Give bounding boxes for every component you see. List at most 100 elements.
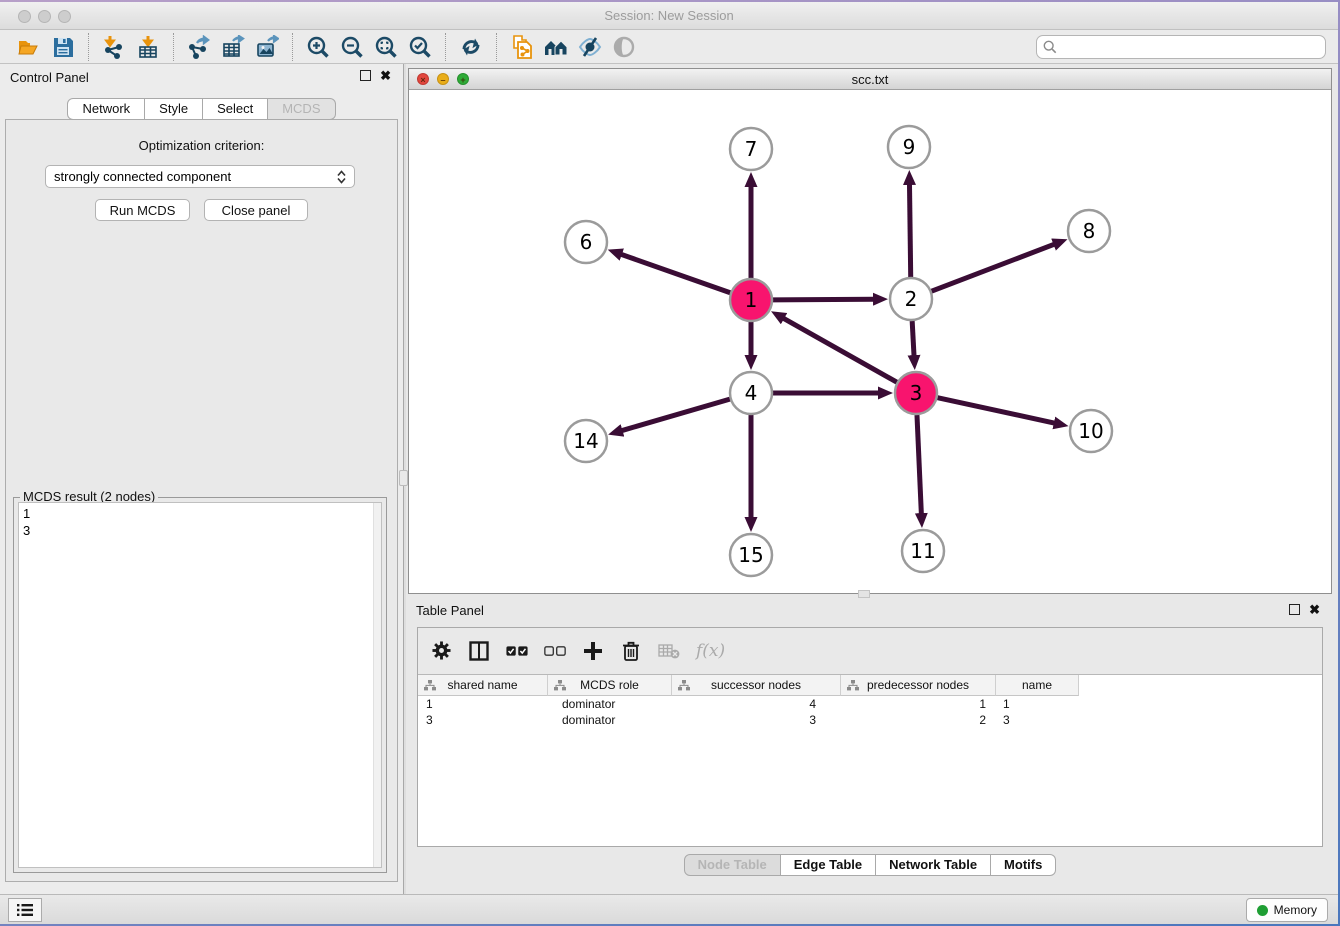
first-neighbors-button[interactable] xyxy=(539,32,573,62)
column-tree-icon xyxy=(424,680,436,691)
table-row[interactable]: 1dominator411 xyxy=(418,696,1079,712)
result-scrollbar[interactable] xyxy=(373,503,381,867)
column-tree-icon xyxy=(554,680,566,691)
table-settings-button[interactable] xyxy=(430,640,452,662)
table-panel-inner: f(x) shared name MCDS role successor nodes… xyxy=(417,627,1323,847)
import-network-button[interactable] xyxy=(97,32,131,62)
graph-edge-1-6[interactable] xyxy=(621,254,730,292)
graph-node-label: 14 xyxy=(573,429,598,453)
tab-mcds[interactable]: MCDS xyxy=(268,98,335,120)
network-frame-title: scc.txt xyxy=(409,72,1331,87)
zoom-in-button[interactable] xyxy=(301,32,335,62)
horizontal-splitter-handle[interactable] xyxy=(858,590,870,598)
column-header[interactable]: name xyxy=(996,675,1079,696)
float-panel-icon[interactable] xyxy=(360,70,371,81)
task-history-button[interactable] xyxy=(8,898,42,922)
close-panel-icon[interactable]: ✖ xyxy=(1309,604,1320,615)
import-table-button[interactable] xyxy=(131,32,165,62)
graphics-details-button[interactable] xyxy=(573,32,607,62)
main-toolbar xyxy=(0,30,1338,64)
export-image-button[interactable] xyxy=(250,32,284,62)
column-header[interactable]: MCDS role xyxy=(548,675,672,696)
delete-table-button[interactable] xyxy=(658,640,680,662)
first-neighbors-icon xyxy=(544,35,568,59)
export-table-button[interactable] xyxy=(216,32,250,62)
toolbar-separator xyxy=(496,33,497,61)
search-box[interactable] xyxy=(1036,35,1326,59)
control-panel-header: Control Panel ✖ xyxy=(0,64,403,90)
toolbar-separator xyxy=(88,33,89,61)
add-column-icon xyxy=(583,641,603,661)
deselect-all-button[interactable] xyxy=(544,640,566,662)
graph-edge-1-2[interactable] xyxy=(773,299,874,300)
zoom-selected-button[interactable] xyxy=(403,32,437,62)
graph-edge-2-3[interactable] xyxy=(912,321,914,356)
import-network-icon xyxy=(102,35,126,59)
tab-motifs[interactable]: Motifs xyxy=(991,854,1056,876)
network-graph[interactable]: 1234678910111415 xyxy=(409,90,1331,593)
column-header-label: shared name xyxy=(447,678,517,692)
close-panel-icon[interactable]: ✖ xyxy=(380,70,391,81)
optimization-criterion-label: Optimization criterion: xyxy=(6,138,397,153)
delete-columns-button[interactable] xyxy=(620,640,642,662)
tab-style[interactable]: Style xyxy=(145,98,203,120)
select-all-button[interactable] xyxy=(506,640,528,662)
close-panel-button[interactable]: Close panel xyxy=(204,199,308,221)
tab-edge-table[interactable]: Edge Table xyxy=(781,854,876,876)
toolbar-separator xyxy=(173,33,174,61)
column-header[interactable]: shared name xyxy=(418,675,548,696)
table-toolbar: f(x) xyxy=(418,628,1322,673)
birds-eye-button[interactable] xyxy=(607,32,641,62)
update-network-button[interactable] xyxy=(454,32,488,62)
zoom-out-button[interactable] xyxy=(335,32,369,62)
control-panel: Control Panel ✖ Network Style Select MCD… xyxy=(0,64,403,894)
search-icon xyxy=(1043,40,1057,54)
result-line: 3 xyxy=(23,522,377,539)
clone-network-button[interactable] xyxy=(505,32,539,62)
table-cell: 3 xyxy=(996,712,1079,728)
table-cell: 4 xyxy=(672,696,841,712)
graph-node-label: 8 xyxy=(1083,219,1096,243)
birds-eye-icon xyxy=(612,35,636,59)
table-panel-tabs: Node Table Edge Table Network Table Moti… xyxy=(408,854,1332,876)
tab-network-table[interactable]: Network Table xyxy=(876,854,991,876)
memory-button[interactable]: Memory xyxy=(1246,898,1328,922)
save-session-button[interactable] xyxy=(46,32,80,62)
gear-icon xyxy=(432,641,451,660)
graph-edge-2-9[interactable] xyxy=(909,184,910,277)
column-header[interactable]: successor nodes xyxy=(672,675,841,696)
column-header-label: predecessor nodes xyxy=(867,678,969,692)
run-mcds-button[interactable]: Run MCDS xyxy=(95,199,190,221)
mcds-result-textarea[interactable]: 1 3 xyxy=(18,502,382,868)
export-network-button[interactable] xyxy=(182,32,216,62)
graph-edge-3-1[interactable] xyxy=(783,318,897,382)
zoom-fit-button[interactable] xyxy=(369,32,403,62)
graph-node-label: 1 xyxy=(745,288,758,312)
vertical-splitter-handle[interactable] xyxy=(399,470,408,486)
tab-network[interactable]: Network xyxy=(67,98,145,120)
function-builder-button[interactable]: f(x) xyxy=(696,640,725,662)
graph-node-label: 11 xyxy=(910,539,935,563)
column-header[interactable]: predecessor nodes xyxy=(841,675,996,696)
memory-status-icon xyxy=(1257,905,1268,916)
graph-edge-2-8[interactable] xyxy=(932,244,1055,291)
create-column-button[interactable] xyxy=(582,640,604,662)
network-canvas[interactable]: 1234678910111415 xyxy=(409,90,1331,593)
table-panel-header: Table Panel ✖ xyxy=(408,600,1332,624)
zoom-in-icon xyxy=(306,35,330,59)
search-input[interactable] xyxy=(1061,40,1319,54)
table-row[interactable]: 3dominator323 xyxy=(418,712,1079,728)
graph-edge-3-11[interactable] xyxy=(917,415,921,514)
show-column-panel-button[interactable] xyxy=(468,640,490,662)
criterion-select[interactable]: strongly connected component xyxy=(45,165,355,188)
table-panel-title: Table Panel xyxy=(416,603,484,618)
tab-select[interactable]: Select xyxy=(203,98,268,120)
graph-edge-3-10[interactable] xyxy=(937,398,1054,423)
tab-node-table[interactable]: Node Table xyxy=(684,854,781,876)
open-file-icon xyxy=(17,35,41,59)
save-session-icon xyxy=(51,35,75,59)
column-header-label: successor nodes xyxy=(711,678,801,692)
graph-edge-4-14[interactable] xyxy=(622,399,730,431)
open-file-button[interactable] xyxy=(12,32,46,62)
float-panel-icon[interactable] xyxy=(1289,604,1300,615)
